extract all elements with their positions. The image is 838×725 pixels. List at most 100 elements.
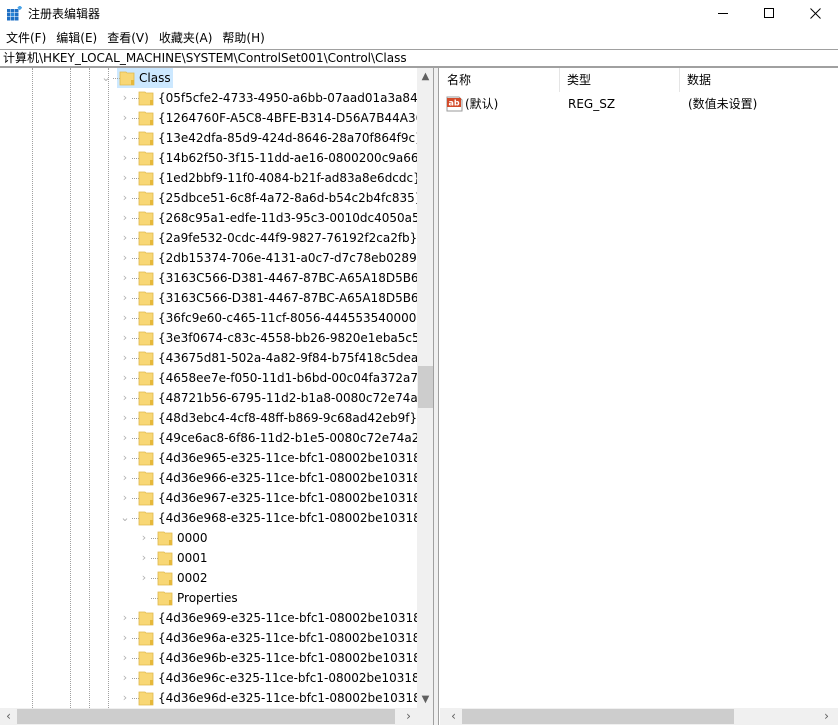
chevron-right-icon[interactable]: › [139, 551, 149, 565]
chevron-right-icon[interactable]: › [120, 311, 130, 325]
chevron-right-icon[interactable]: › [120, 331, 130, 345]
column-header-data[interactable]: 数据 [680, 68, 838, 92]
tree-node[interactable]: › {48721b56-6795-11d2-b1a8-0080c72e74a2} [0, 388, 417, 408]
tree-node[interactable]: › {1ed2bbf9-11f0-4084-b21f-ad83a8e6dcdc} [0, 168, 417, 188]
tree-horizontal-scrollbar[interactable]: ‹ › [0, 708, 433, 725]
key-tree: ⌄ Class › {05f5cfe2-4733-4950-a6bb-07aad01a… [0, 68, 417, 708]
tree-node[interactable]: › {4d36e96c-e325-11ce-bfc1-08002be10318} [0, 668, 417, 688]
chevron-right-icon[interactable]: › [120, 691, 130, 705]
tree-node[interactable]: › {14b62f50-3f15-11dd-ae16-0800200c9a66} [0, 148, 417, 168]
tree-node-label: {3e3f0674-c83c-4558-bb26-9820e1eba5c5} [158, 331, 417, 345]
tree-node[interactable]: › {36fc9e60-c465-11cf-8056-444553540000} [0, 308, 417, 328]
tree-node[interactable]: › {4d36e96b-e325-11ce-bfc1-08002be10318} [0, 648, 417, 668]
chevron-right-icon[interactable]: › [120, 131, 130, 145]
tree-node-subkey[interactable]: › 0000 [0, 528, 417, 548]
chevron-right-icon[interactable]: › [120, 351, 130, 365]
column-header-name[interactable]: 名称 [440, 68, 560, 92]
chevron-right-icon[interactable]: › [120, 371, 130, 385]
chevron-right-icon[interactable]: › [120, 271, 130, 285]
column-header-type[interactable]: 类型 [560, 68, 680, 92]
chevron-right-icon[interactable]: › [120, 251, 130, 265]
tree-node[interactable]: › {1264760F-A5C8-4BFE-B314-D56A7B44A362} [0, 108, 417, 128]
list-hscroll-thumb[interactable] [462, 709, 734, 724]
pane-splitter[interactable] [434, 68, 439, 725]
tree-node-class[interactable]: ⌄ Class [0, 68, 417, 88]
tree-node[interactable]: › {48d3ebc4-4cf8-48ff-b869-9c68ad42eb9f} [0, 408, 417, 428]
tree-node[interactable]: › {4d36e96d-e325-11ce-bfc1-08002be10318} [0, 688, 417, 708]
tree-node-label: {3163C566-D381-4467-87BC-A65A18D5B648} [158, 271, 417, 285]
chevron-right-icon[interactable]: › [120, 151, 130, 165]
chevron-right-icon[interactable]: › [120, 211, 130, 225]
scroll-up-arrow-icon[interactable]: ▲ [417, 68, 433, 85]
minimize-button[interactable] [700, 0, 746, 27]
chevron-right-icon[interactable]: › [120, 651, 130, 665]
tree-node[interactable]: › {05f5cfe2-4733-4950-a6bb-07aad01a3a84} [0, 88, 417, 108]
folder-icon [138, 290, 154, 306]
menu-help[interactable]: 帮助(H) [221, 28, 270, 48]
chevron-right-icon[interactable]: › [120, 91, 130, 105]
tree-node[interactable]: › {4d36e967-e325-11ce-bfc1-08002be10318} [0, 488, 417, 508]
chevron-right-icon[interactable]: › [139, 531, 149, 545]
chevron-right-icon[interactable]: › [120, 111, 130, 125]
maximize-button[interactable] [746, 0, 792, 27]
close-button[interactable] [792, 0, 838, 27]
menu-bar: 文件(F) 编辑(E) 查看(V) 收藏夹(A) 帮助(H) [0, 28, 838, 48]
tree-vscroll-thumb[interactable] [418, 366, 433, 408]
menu-favorites[interactable]: 收藏夹(A) [158, 28, 219, 48]
chevron-right-icon[interactable]: › [120, 191, 130, 205]
chevron-right-icon[interactable]: › [139, 571, 149, 585]
tree-node-label: {4d36e96a-e325-11ce-bfc1-08002be10318} [158, 631, 417, 645]
tree-node-subkey[interactable]: Properties [0, 588, 417, 608]
chevron-right-icon[interactable]: › [120, 391, 130, 405]
tree-node[interactable]: ⌄ {4d36e968-e325-11ce-bfc1-08002be10318} [0, 508, 417, 528]
tree-node-subkey[interactable]: › 0001 [0, 548, 417, 568]
chevron-right-icon[interactable]: › [120, 471, 130, 485]
scroll-down-arrow-icon[interactable]: ▼ [417, 691, 433, 708]
tree-node[interactable]: › {4d36e966-e325-11ce-bfc1-08002be10318} [0, 468, 417, 488]
tree-hscroll-thumb[interactable] [17, 709, 395, 724]
tree-node[interactable]: › {4658ee7e-f050-11d1-b6bd-00c04fa372a7} [0, 368, 417, 388]
address-bar[interactable]: 计算机\HKEY_LOCAL_MACHINE\SYSTEM\ControlSet… [0, 49, 838, 68]
tree-node[interactable]: › {13e42dfa-85d9-424d-8646-28a70f864f9c} [0, 128, 417, 148]
scroll-left-arrow-icon[interactable]: ‹ [0, 708, 17, 725]
list-horizontal-scrollbar[interactable]: ‹ › [440, 708, 838, 725]
chevron-right-icon[interactable]: › [120, 291, 130, 305]
scroll-left-arrow-icon[interactable]: ‹ [445, 708, 462, 725]
menu-file[interactable]: 文件(F) [5, 28, 52, 48]
tree-node[interactable]: › {268c95a1-edfe-11d3-95c3-0010dc4050a5} [0, 208, 417, 228]
tree-node-label: {13e42dfa-85d9-424d-8646-28a70f864f9c} [158, 131, 417, 145]
chevron-right-icon[interactable]: › [120, 631, 130, 645]
tree-vertical-scrollbar[interactable]: ▲ ▼ [417, 68, 433, 708]
tree-node-subkey[interactable]: › 0002 [0, 568, 417, 588]
chevron-right-icon[interactable]: › [120, 671, 130, 685]
scroll-right-arrow-icon[interactable]: › [400, 708, 417, 725]
menu-view[interactable]: 查看(V) [106, 28, 155, 48]
chevron-right-icon[interactable]: › [120, 451, 130, 465]
tree-node[interactable]: › {2a9fe532-0cdc-44f9-9827-76192f2ca2fb} [0, 228, 417, 248]
tree-node[interactable]: › {4d36e96a-e325-11ce-bfc1-08002be10318} [0, 628, 417, 648]
chevron-down-icon[interactable]: ⌄ [101, 71, 111, 85]
tree-node[interactable]: › {3163C566-D381-4467-87BC-A65A18D5B649} [0, 288, 417, 308]
chevron-right-icon[interactable]: › [120, 411, 130, 425]
tree-node[interactable]: › {4d36e965-e325-11ce-bfc1-08002be10318} [0, 448, 417, 468]
tree-node[interactable]: › {2db15374-706e-4131-a0c7-d7c78eb0289a} [0, 248, 417, 268]
tree-node-label: {4d36e968-e325-11ce-bfc1-08002be10318} [158, 511, 417, 525]
value-row[interactable]: ab (默认) REG_SZ (数值未设置) [440, 94, 838, 114]
tree-node[interactable]: › {49ce6ac8-6f86-11d2-b1e5-0080c72e74a2} [0, 428, 417, 448]
chevron-right-icon[interactable]: › [120, 231, 130, 245]
menu-edit[interactable]: 编辑(E) [55, 28, 103, 48]
tree-node[interactable]: › {3e3f0674-c83c-4558-bb26-9820e1eba5c5} [0, 328, 417, 348]
chevron-right-icon[interactable]: › [120, 431, 130, 445]
tree-node[interactable]: › {4d36e969-e325-11ce-bfc1-08002be10318} [0, 608, 417, 628]
tree-node[interactable]: › {43675d81-502a-4a82-9f84-b75f418c5dea} [0, 348, 417, 368]
folder-icon [119, 70, 135, 86]
tree-node[interactable]: › {3163C566-D381-4467-87BC-A65A18D5B648} [0, 268, 417, 288]
chevron-right-icon[interactable]: › [120, 491, 130, 505]
scroll-right-arrow-icon[interactable]: › [818, 708, 835, 725]
chevron-right-icon[interactable]: › [120, 171, 130, 185]
svg-text:ab: ab [449, 99, 460, 108]
chevron-down-icon[interactable]: ⌄ [120, 511, 130, 525]
tree-node[interactable]: › {25dbce51-6c8f-4a72-8a6d-b54c2b4fc835} [0, 188, 417, 208]
chevron-right-icon[interactable]: › [120, 611, 130, 625]
tree-node-label: {49ce6ac8-6f86-11d2-b1e5-0080c72e74a2} [158, 431, 417, 445]
